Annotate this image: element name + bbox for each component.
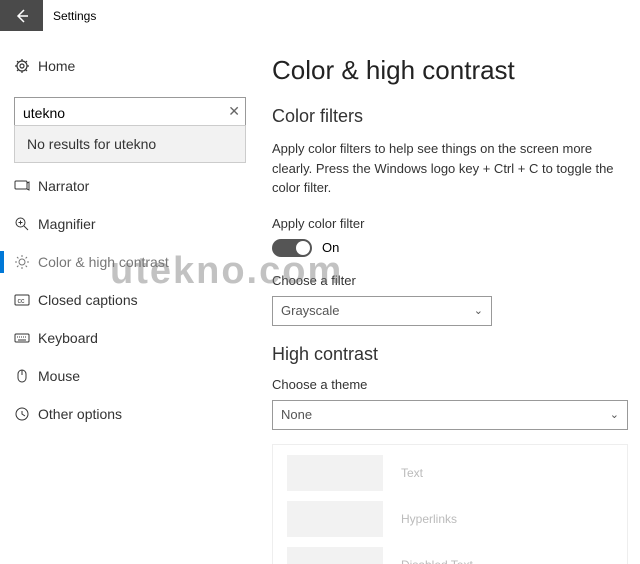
sidebar-item-label: Color & high contrast [38, 254, 169, 270]
chevron-down-icon: ⌄ [610, 408, 619, 421]
narrator-icon [14, 178, 38, 194]
sidebar-item-magnifier[interactable]: Magnifier [0, 205, 260, 243]
color-filters-description: Apply color filters to help see things o… [272, 139, 628, 198]
swatch-disabled [287, 547, 383, 564]
content-pane: Color & high contrast Color filters Appl… [260, 31, 640, 564]
sidebar-home-label: Home [38, 58, 75, 74]
choose-filter-label: Choose a filter [272, 273, 628, 288]
sidebar-item-keyboard[interactable]: Keyboard [0, 319, 260, 357]
sidebar-item-label: Keyboard [38, 330, 98, 346]
section-high-contrast: High contrast [272, 344, 628, 365]
keyboard-icon [14, 330, 38, 346]
preview-label-disabled: Disabled Text [401, 558, 473, 564]
section-color-filters: Color filters [272, 106, 628, 127]
sidebar-item-label: Other options [38, 406, 122, 422]
preview-row-disabled: Disabled Text [287, 547, 613, 564]
titlebar: Settings [0, 0, 640, 31]
preview-row-hyperlinks: Hyperlinks [287, 501, 613, 537]
other-options-icon [14, 406, 38, 422]
sidebar-item-other[interactable]: Other options [0, 395, 260, 433]
apply-filter-toggle[interactable] [272, 239, 312, 257]
swatch-text [287, 455, 383, 491]
back-button[interactable] [0, 0, 43, 31]
sidebar-item-closed-captions[interactable]: cc Closed captions [0, 281, 260, 319]
clear-search-button[interactable]: ✕ [228, 103, 240, 120]
theme-select[interactable]: None ⌄ [272, 400, 628, 430]
filter-select[interactable]: Grayscale ⌄ [272, 296, 492, 326]
magnifier-icon [14, 216, 38, 232]
page-title: Color & high contrast [272, 55, 628, 86]
cc-icon: cc [14, 292, 38, 308]
sidebar-item-mouse[interactable]: Mouse [0, 357, 260, 395]
sidebar-item-label: Mouse [38, 368, 80, 384]
swatch-hyperlinks [287, 501, 383, 537]
sidebar-item-label: Closed captions [38, 292, 138, 308]
sidebar-item-color-contrast[interactable]: Color & high contrast [0, 243, 260, 281]
theme-select-value: None [281, 407, 312, 422]
filter-select-value: Grayscale [281, 303, 340, 318]
mouse-icon [14, 368, 38, 384]
toggle-state: On [322, 240, 339, 255]
preview-label-text: Text [401, 466, 423, 480]
search-results-dropdown: No results for utekno [14, 125, 246, 163]
preview-row-text: Text [287, 455, 613, 491]
sidebar-item-label: Magnifier [38, 216, 96, 232]
back-arrow-icon [14, 8, 30, 24]
sidebar-item-label: Narrator [38, 178, 89, 194]
svg-text:cc: cc [18, 298, 26, 305]
preview-label-hyperlinks: Hyperlinks [401, 512, 457, 526]
sidebar-home[interactable]: Home [0, 47, 260, 85]
theme-preview: Text Hyperlinks Disabled Text [272, 444, 628, 564]
brightness-icon [14, 254, 38, 270]
gear-icon [14, 58, 38, 74]
sidebar-item-narrator[interactable]: Narrator [0, 167, 260, 205]
apply-filter-label: Apply color filter [272, 216, 628, 231]
chevron-down-icon: ⌄ [474, 304, 483, 317]
choose-theme-label: Choose a theme [272, 377, 628, 392]
window-title: Settings [43, 9, 96, 23]
sidebar: Home ✕ No results for utekno Ease of Acc… [0, 31, 260, 564]
